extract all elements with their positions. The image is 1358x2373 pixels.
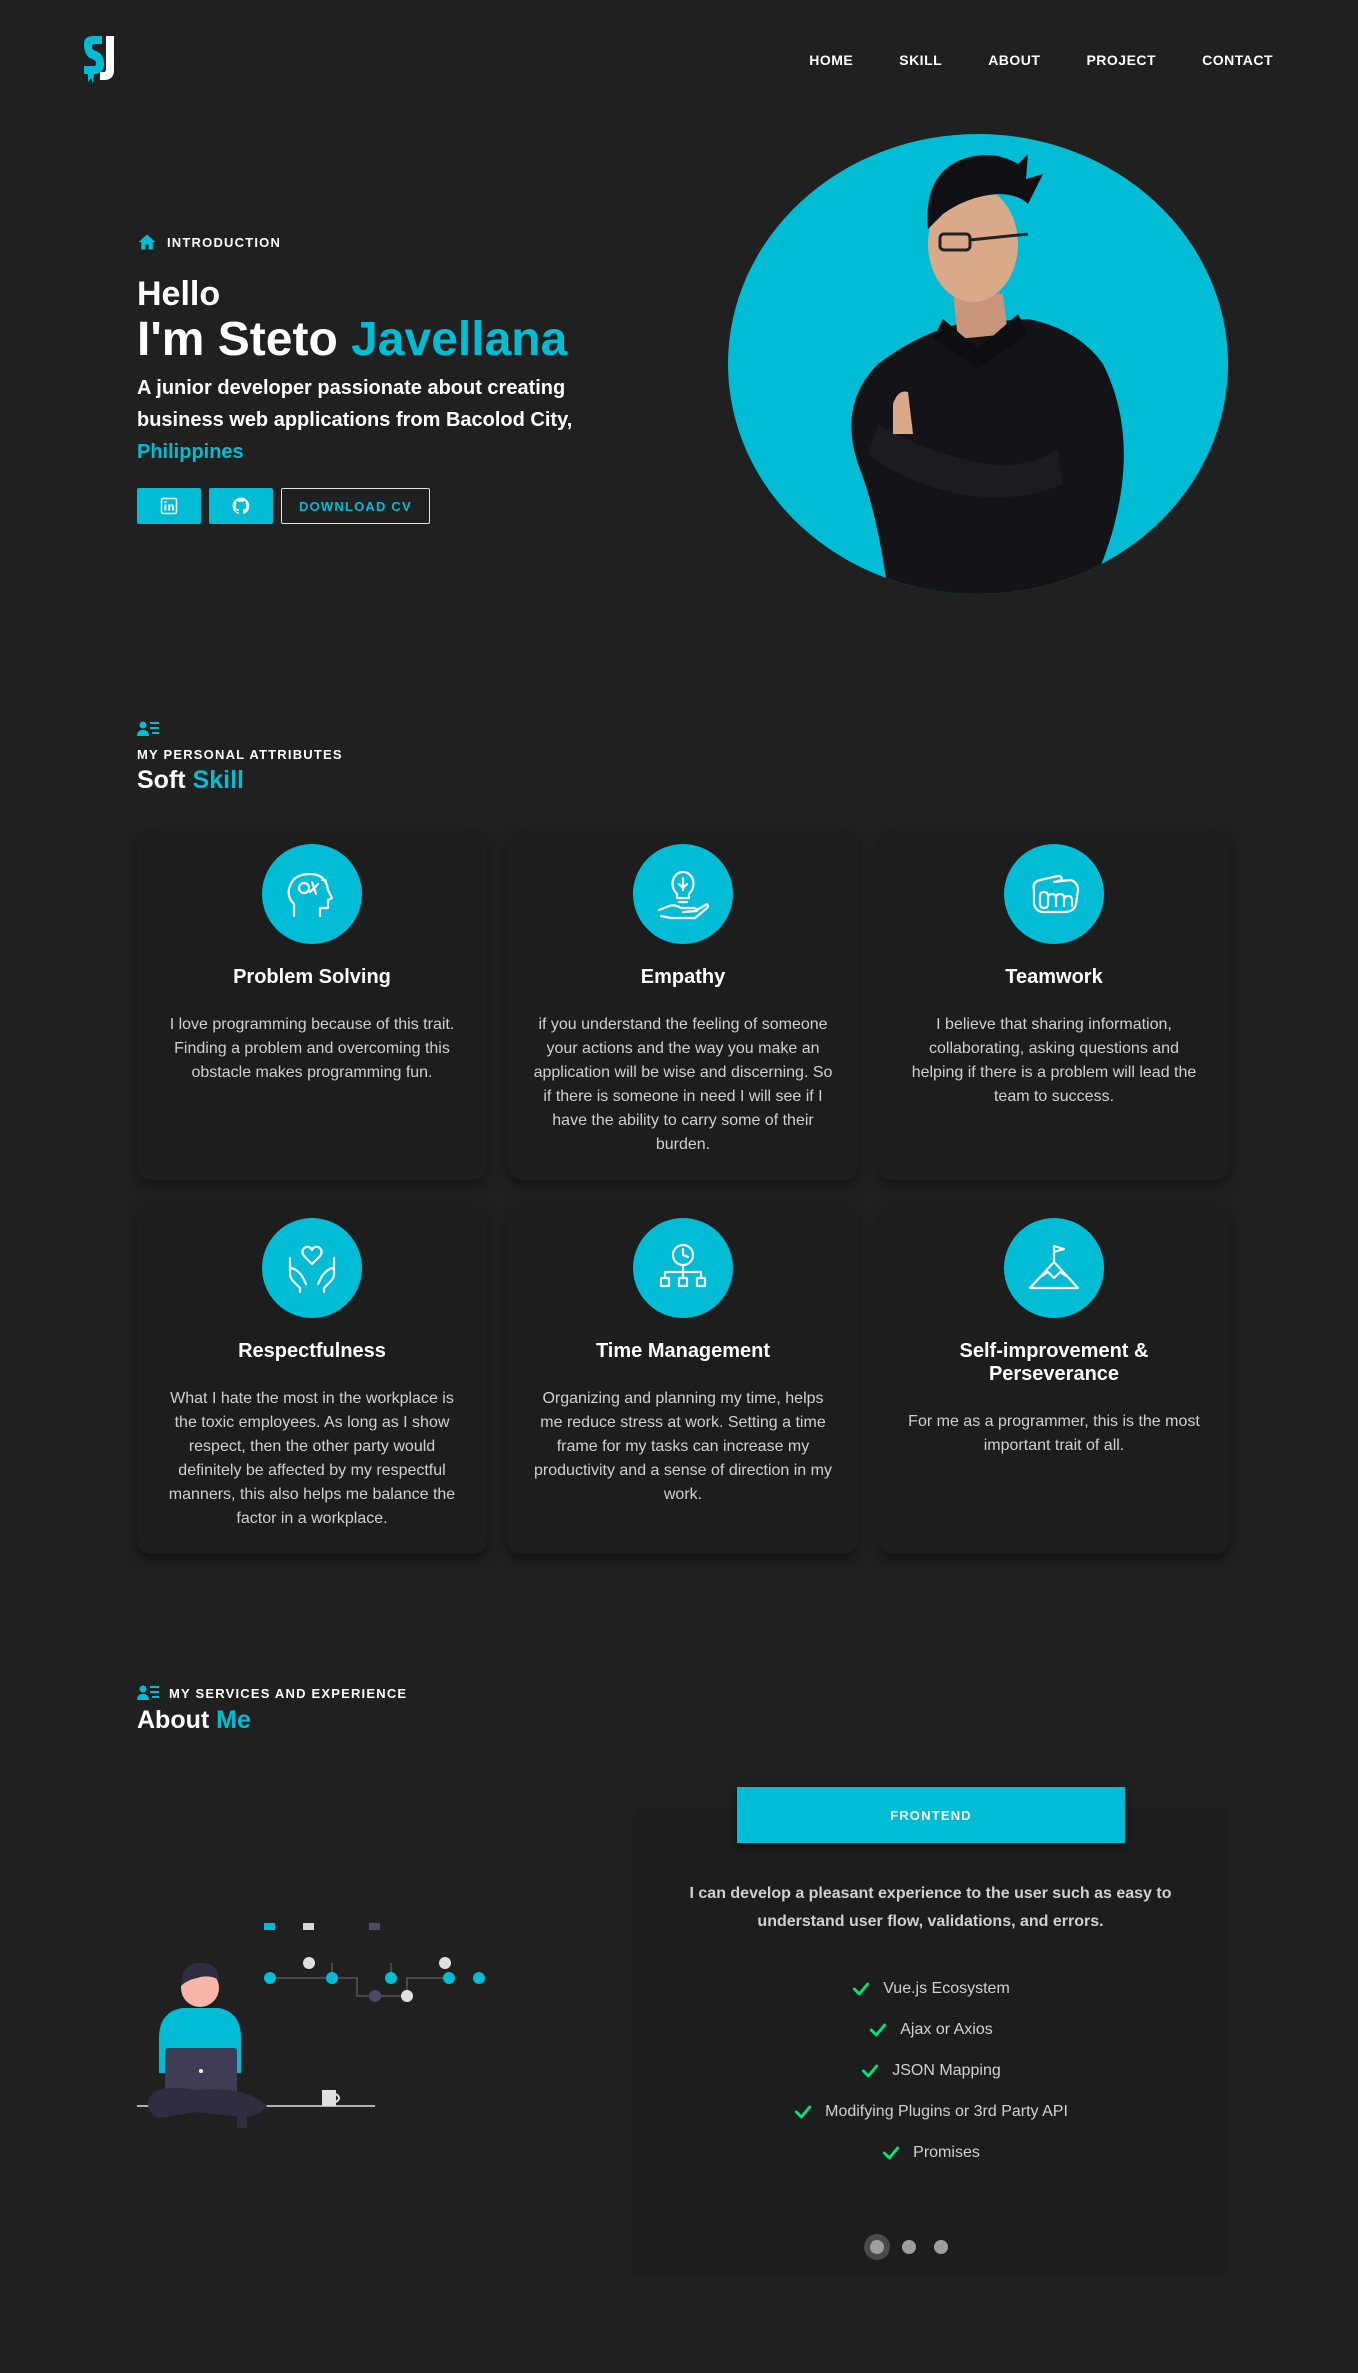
- nav-about[interactable]: ABOUT: [988, 52, 1040, 68]
- skill-card-text: Organizing and planning my time, helps m…: [534, 1390, 832, 1503]
- skill-card-text: if you understand the feeling of someone…: [533, 1016, 833, 1153]
- person-silhouette-icon: [851, 154, 1124, 594]
- carousel-dot-3[interactable]: [934, 2240, 948, 2254]
- skill-card: Self-improvement & Perseverance For me a…: [879, 1204, 1229, 1554]
- hero-name: I'm Steto Javellana: [137, 314, 657, 366]
- skill-card: Empathy if you understand the feeling of…: [508, 830, 858, 1180]
- skill-card: Respectfulness What I hate the most in t…: [137, 1204, 487, 1554]
- skills-grid: Problem Solving I love programming becau…: [137, 830, 1229, 1554]
- check-icon: [794, 2105, 812, 2118]
- skill-card-text: I love programming because of this trait…: [169, 1016, 455, 1081]
- service-description: I can develop a pleasant experience to t…: [689, 1885, 1172, 1930]
- list-item: Ajax or Axios: [653, 2009, 1208, 2050]
- skills-label: MY PERSONAL ATTRIBUTES: [137, 747, 343, 762]
- about-label: MY SERVICES AND EXPERIENCE: [169, 1685, 408, 1701]
- skill-card-title: Teamwork: [1005, 966, 1103, 988]
- profile-photo: [728, 134, 1228, 594]
- skill-card-text: I believe that sharing information, coll…: [911, 1016, 1197, 1105]
- home-icon: [138, 234, 156, 250]
- skill-card-title: Self-improvement & Perseverance: [959, 1340, 1149, 1385]
- skills-title-highlight: Skill: [192, 766, 244, 794]
- hero-tagline-highlight: Philippines: [137, 441, 244, 463]
- service-list: Vue.js Ecosystem Ajax or Axios JSON Mapp…: [653, 1968, 1208, 2173]
- hero-name-highlight: Javellana: [351, 313, 568, 366]
- carousel-dot-2[interactable]: [902, 2240, 916, 2254]
- about-title-highlight: Me: [216, 1706, 251, 1734]
- list-item-label: Vue.js Ecosystem: [883, 1979, 1010, 1997]
- skill-card-title: Empathy: [640, 966, 726, 988]
- skill-card-title: Respectfulness: [238, 1340, 386, 1362]
- nav-project[interactable]: PROJECT: [1086, 52, 1156, 68]
- user-list-icon: [137, 1685, 159, 1700]
- brain-icon: [262, 844, 362, 944]
- clock-hierarchy-icon: [633, 1218, 733, 1318]
- developer-illustration: [137, 1923, 485, 2128]
- logo[interactable]: [80, 34, 122, 86]
- nav-contact[interactable]: CONTACT: [1202, 52, 1273, 68]
- handshake-icon: [1004, 844, 1104, 944]
- skill-card: Time Management Organizing and planning …: [508, 1204, 858, 1554]
- list-item: Modifying Plugins or 3rd Party API: [653, 2091, 1208, 2132]
- carousel-dots: [870, 2240, 948, 2254]
- top-nav: HOME SKILL ABOUT PROJECT CONTACT: [0, 0, 1358, 120]
- download-cv-button[interactable]: DOWNLOAD CV: [281, 488, 430, 524]
- check-icon: [883, 2146, 900, 2159]
- linkedin-button[interactable]: [137, 488, 201, 524]
- about-eyebrow: MY SERVICES AND EXPERIENCE: [137, 1684, 407, 1702]
- skill-card: Teamwork I believe that sharing informat…: [879, 830, 1229, 1180]
- github-button[interactable]: [209, 488, 273, 524]
- hero-eyebrow: INTRODUCTION: [137, 232, 657, 252]
- hero-tagline: A junior developer passionate about crea…: [137, 372, 657, 468]
- hands-heart-icon: [262, 1218, 362, 1318]
- nav-links: HOME SKILL ABOUT PROJECT CONTACT: [809, 52, 1273, 68]
- hero-tagline-text: A junior developer passionate about crea…: [137, 377, 573, 431]
- check-icon: [862, 2064, 879, 2077]
- skill-card-title: Problem Solving: [233, 966, 391, 988]
- linkedin-icon: [160, 497, 178, 515]
- hero-buttons: DOWNLOAD CV: [137, 488, 657, 524]
- mountain-flag-icon: [1004, 1218, 1104, 1318]
- carousel-dot-1[interactable]: [870, 2240, 884, 2254]
- check-icon: [853, 1982, 870, 1995]
- nav-home[interactable]: HOME: [809, 52, 853, 68]
- skill-card-title: Time Management: [595, 1340, 771, 1362]
- skill-card: Problem Solving I love programming becau…: [137, 830, 487, 1180]
- list-item-label: Promises: [913, 2143, 980, 2161]
- skills-header: MY PERSONAL ATTRIBUTES Soft Skill: [137, 720, 343, 795]
- frontend-tab[interactable]: FRONTEND: [737, 1787, 1125, 1843]
- github-icon: [232, 497, 250, 514]
- hero: INTRODUCTION Hello I'm Steto Javellana A…: [137, 232, 657, 524]
- about-header: MY SERVICES AND EXPERIENCE About Me: [137, 1684, 407, 1735]
- skill-card-text: For me as a programmer, this is the most…: [908, 1413, 1200, 1454]
- skills-title: Soft Skill: [137, 766, 343, 795]
- user-list-icon: [137, 721, 159, 736]
- list-item-label: JSON Mapping: [892, 2061, 1001, 2079]
- list-item: Promises: [653, 2132, 1208, 2173]
- nav-skill[interactable]: SKILL: [899, 52, 942, 68]
- list-item-label: Modifying Plugins or 3rd Party API: [825, 2102, 1068, 2120]
- lightbulb-hand-icon: [633, 844, 733, 944]
- about-title-prefix: About: [137, 1706, 217, 1734]
- skill-card-text: What I hate the most in the workplace is…: [168, 1390, 456, 1527]
- list-item-label: Ajax or Axios: [900, 2020, 993, 2038]
- about-title: About Me: [137, 1706, 407, 1735]
- hero-eyebrow-text: INTRODUCTION: [167, 234, 282, 250]
- check-icon: [870, 2023, 887, 2036]
- list-item: JSON Mapping: [653, 2050, 1208, 2091]
- hero-name-prefix: I'm Steto: [137, 313, 352, 366]
- skills-title-prefix: Soft: [137, 766, 193, 794]
- hero-hello: Hello: [137, 275, 221, 313]
- list-item: Vue.js Ecosystem: [653, 1968, 1208, 2009]
